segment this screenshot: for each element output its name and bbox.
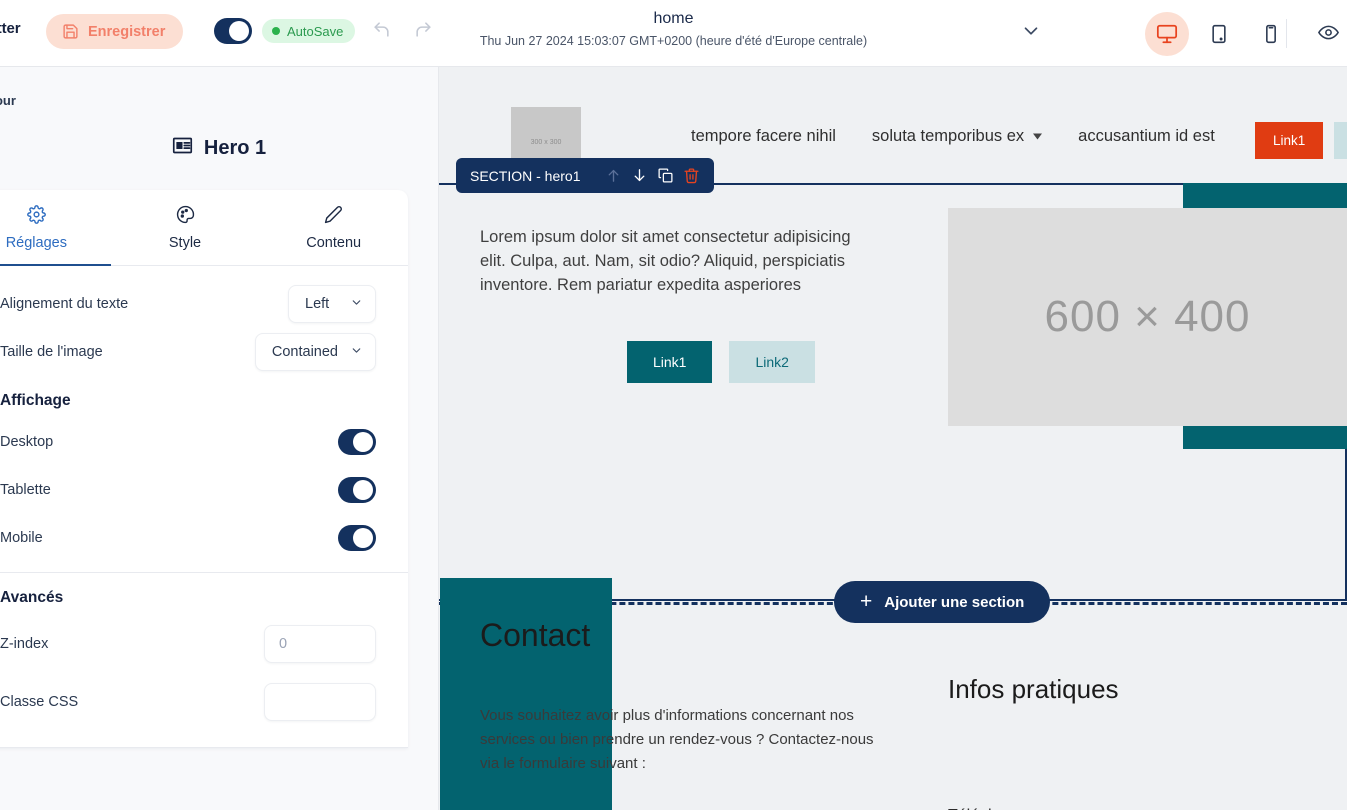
tab-style-label: Style	[168, 234, 202, 251]
advanced-row-zindex: Z-index	[0, 615, 408, 673]
contact-title: Contact	[480, 617, 591, 653]
autosave-toggle[interactable]	[214, 18, 252, 44]
autosave-label: AutoSave	[287, 23, 344, 39]
floppy-disk-icon	[62, 23, 79, 40]
setting-row-image-size: Taille de l'image Contained	[0, 328, 408, 376]
hero-buttons: Link1 Link2	[627, 341, 815, 383]
chevron-down-icon	[350, 296, 363, 313]
tab-style[interactable]: Style	[111, 190, 260, 265]
save-button-label: Enregistrer	[88, 23, 166, 40]
toolbar-divider	[1286, 19, 1287, 48]
advanced-label: Z-index	[0, 636, 49, 652]
save-button[interactable]: Enregistrer	[46, 14, 184, 49]
text-alignment-select[interactable]: Left	[288, 285, 376, 323]
contact-section[interactable]: Contact Vous souhaitez avoir plus d'info…	[439, 578, 1347, 810]
nav-link-1-label: tempore facere nihil	[691, 127, 836, 145]
autosave-group: AutoSave	[214, 18, 356, 44]
pencil-icon	[324, 205, 343, 229]
block-title: Hero 1	[203, 136, 267, 159]
editor-topbar: Quitter Enregistrer AutoSave home Thu Ju…	[0, 0, 1347, 67]
tab-contenu[interactable]: Contenu	[259, 190, 408, 265]
tab-contenu-label: Contenu	[306, 234, 362, 251]
tab-reglages[interactable]: Réglages	[0, 190, 111, 266]
logo-placeholder-label: 300 x 300	[530, 138, 562, 146]
palette-icon	[176, 205, 195, 229]
display-row-desktop: Desktop	[0, 418, 408, 466]
infos-pratiques-title: Infos pratiques	[948, 674, 1119, 704]
duplicate-section-button[interactable]	[652, 161, 678, 191]
hero-paragraph: Lorem ipsum dolor sit amet consectetur a…	[480, 228, 851, 294]
autosave-badge: AutoSave	[262, 19, 356, 43]
z-index-input[interactable]	[264, 625, 376, 663]
settings-card: Réglages Style Contenu Alignement du tex…	[0, 190, 408, 748]
display-section-heading: Affichage	[0, 392, 71, 409]
settings-tabs: Réglages Style Contenu	[0, 190, 408, 266]
hero-button-secondary[interactable]: Link2	[729, 341, 815, 383]
move-section-down-button[interactable]	[626, 161, 652, 191]
advanced-section-heading: Avancés	[0, 589, 64, 606]
display-label: Tablette	[0, 482, 51, 498]
section-toolbar: SECTION - hero1	[456, 158, 715, 193]
status-dot-icon	[272, 27, 280, 35]
desktop-visibility-toggle[interactable]	[338, 429, 376, 455]
back-button[interactable]: Retour	[0, 93, 16, 108]
desktop-view-button[interactable]	[1145, 12, 1189, 56]
text-alignment-value: Left	[305, 296, 330, 312]
nav-link-2[interactable]: soluta temporibus ex	[871, 127, 1043, 146]
setting-label: Taille de l'image	[0, 344, 103, 360]
settings-sidebar: Retour Hero 1 Réglages	[0, 67, 439, 810]
device-switcher	[1145, 12, 1293, 56]
page-selector-chevron-down-icon[interactable]	[1020, 20, 1042, 47]
page-canvas: 300 x 300 tempore facere nihil soluta te…	[439, 67, 1347, 810]
nav-button-secondary[interactable]: Link2	[1334, 122, 1347, 159]
panel-header: Hero 1	[0, 135, 438, 161]
display-row-tablette: Tablette	[0, 466, 408, 514]
site-nav-links: tempore facere nihil soluta temporibus e…	[691, 127, 1215, 146]
image-size-select[interactable]: Contained	[254, 333, 376, 371]
display-label: Desktop	[0, 434, 54, 450]
setting-label: Alignement du texte	[0, 296, 129, 312]
preview-eye-icon[interactable]	[1318, 22, 1339, 48]
tablet-visibility-toggle[interactable]	[338, 477, 376, 503]
nav-link-1[interactable]: tempore facere nihil	[691, 127, 836, 146]
move-section-up-button[interactable]	[600, 161, 626, 191]
setting-row-text-alignment: Alignement du texte Left	[0, 280, 408, 328]
tablet-view-button[interactable]	[1197, 12, 1241, 56]
nav-link-2-label: soluta temporibus ex	[871, 127, 1025, 145]
block-layout-icon	[172, 135, 193, 161]
hero-teal-band-top	[1183, 183, 1347, 208]
image-size-value: Contained	[271, 344, 338, 360]
section-toolbar-label: SECTION - hero1	[470, 167, 581, 184]
chevron-down-icon	[350, 344, 363, 361]
delete-section-button[interactable]	[678, 161, 704, 191]
nav-button-primary[interactable]: Link1	[1255, 122, 1324, 159]
mobile-visibility-toggle[interactable]	[338, 525, 376, 551]
hero-teal-band-bottom	[1183, 426, 1347, 449]
nav-link-3-label: accusantium id est	[1078, 127, 1215, 145]
hero-image-placeholder-label: 600 × 400	[1044, 292, 1251, 341]
display-row-mobile: Mobile	[0, 514, 408, 562]
display-label: Mobile	[0, 530, 43, 546]
css-class-input[interactable]	[264, 683, 376, 721]
contact-body: Vous souhaitez avoir plus d'informations…	[480, 707, 874, 772]
nav-link-3[interactable]: accusantium id est	[1078, 127, 1215, 146]
chevron-down-icon	[1033, 127, 1043, 146]
undo-button[interactable]	[372, 20, 391, 44]
quit-button[interactable]: Quitter	[0, 20, 21, 37]
redo-button[interactable]	[414, 20, 433, 44]
gear-icon	[26, 204, 46, 229]
advanced-label: Classe CSS	[0, 694, 79, 710]
hero-image-placeholder: 600 × 400	[948, 208, 1347, 426]
advanced-row-cssclass: Classe CSS	[0, 673, 408, 731]
divider	[0, 747, 408, 748]
tab-reglages-label: Réglages	[5, 234, 67, 251]
hero-button-primary[interactable]: Link1	[627, 341, 713, 383]
